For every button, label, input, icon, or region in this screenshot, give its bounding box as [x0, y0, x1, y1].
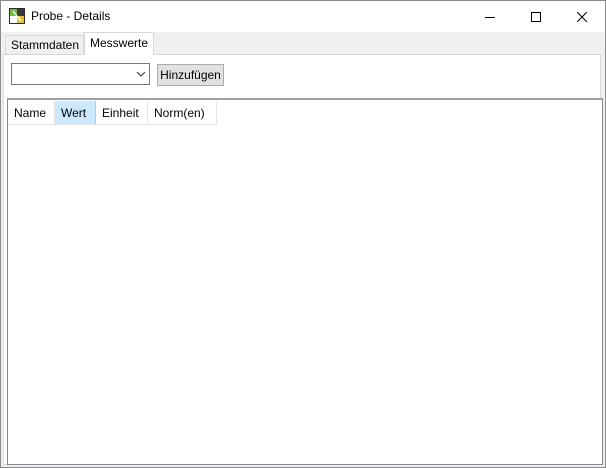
- window-title: Probe - Details: [31, 9, 111, 23]
- column-header-einheit[interactable]: Einheit: [96, 101, 148, 125]
- chevron-down-icon: [136, 71, 146, 77]
- tab-stammdaten[interactable]: Stammdaten: [5, 35, 84, 54]
- messwerte-list[interactable]: Name Wert Einheit Norm(en): [7, 98, 603, 465]
- messwert-combobox[interactable]: [11, 63, 150, 85]
- tab-strip: Stammdaten Messwerte: [3, 32, 603, 55]
- close-icon: [577, 11, 587, 22]
- maximize-button[interactable]: [513, 1, 559, 32]
- details-window: Probe - Details Stammdaten Messwerte Hin…: [0, 0, 606, 468]
- add-button[interactable]: Hinzufügen: [157, 64, 224, 86]
- close-button[interactable]: [559, 1, 605, 32]
- minimize-icon: [485, 16, 495, 18]
- maximize-icon: [531, 11, 541, 22]
- column-header-norm[interactable]: Norm(en): [148, 101, 217, 125]
- minimize-button[interactable]: [467, 1, 513, 32]
- column-header-wert[interactable]: Wert: [55, 101, 96, 125]
- column-header-name[interactable]: Name: [8, 101, 55, 125]
- messwerte-panel: Hinzufügen Name Wert Einheit Norm(en): [3, 54, 603, 465]
- title-bar[interactable]: Probe - Details: [1, 1, 605, 32]
- tab-messwerte[interactable]: Messwerte: [84, 32, 154, 55]
- app-icon: [9, 8, 25, 24]
